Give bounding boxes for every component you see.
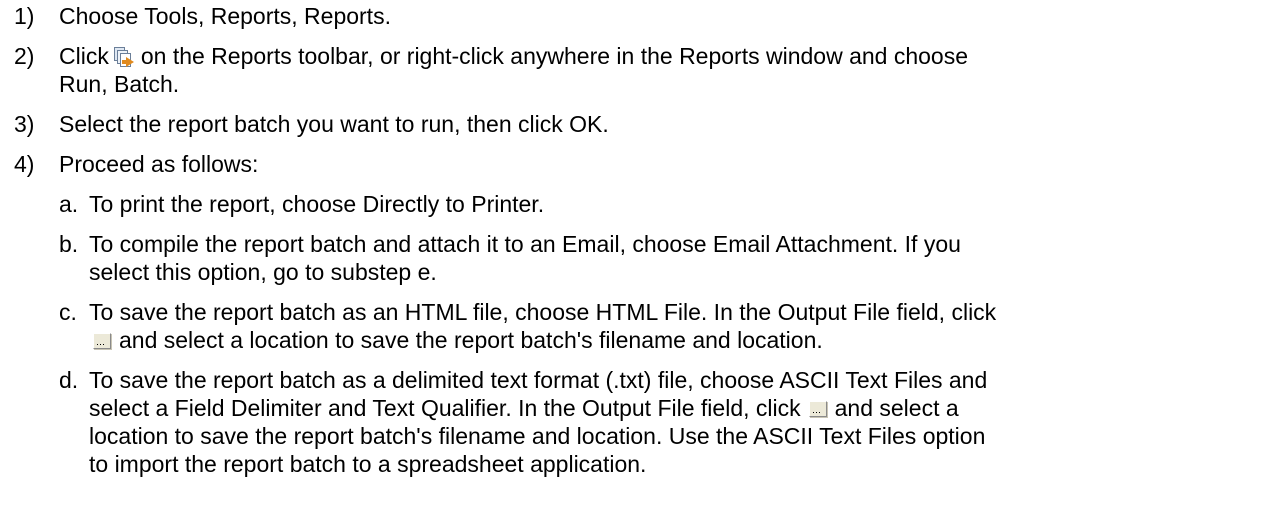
- substep-text: To print the report, choose Directly to …: [89, 190, 1259, 218]
- step-number: 1): [14, 3, 35, 29]
- substep-letter: a.: [59, 191, 79, 217]
- step-line: Run, Batch.: [59, 71, 180, 97]
- substep-line: select this option, go to substep e.: [89, 259, 437, 285]
- substep-line-end: and select a location to save the report…: [119, 327, 823, 353]
- substep-line-start: select a Field Delimiter and Text Qualif…: [89, 395, 801, 421]
- substep-line: select a Field Delimiter and Text Qualif…: [89, 394, 1259, 422]
- step-text: Click on the Reports toolbar, or right-cl…: [59, 42, 1249, 98]
- batch-run-icon: [113, 47, 135, 67]
- substep-text: To save the report batch as an HTML file…: [89, 298, 1259, 354]
- substep-line: location to save the report batch's file…: [89, 423, 986, 449]
- substep-line: To save the report batch as an HTML file…: [89, 299, 997, 325]
- browse-button-icon: [93, 333, 111, 349]
- substep-letter: d.: [59, 367, 79, 393]
- step-text: Choose Tools, Reports, Reports.: [59, 2, 1249, 30]
- step-line: Click on the Reports toolbar, or right-cl…: [59, 42, 1249, 70]
- step-line-end: on the Reports toolbar, or right-click a…: [140, 43, 969, 69]
- step-line: Choose Tools, Reports, Reports.: [59, 3, 391, 29]
- substep-text: To compile the report batch and attach i…: [89, 230, 1259, 286]
- step-line: Select the report batch you want to run,…: [59, 111, 609, 137]
- substep-line-end: and select a: [834, 395, 959, 421]
- step-line: Proceed as follows:: [59, 151, 259, 177]
- substep-text: To save the report batch as a delimited …: [89, 366, 1259, 478]
- substep-letter: c.: [59, 299, 77, 325]
- step-number: 4): [14, 151, 35, 177]
- browse-button-icon: [808, 401, 827, 417]
- substep-line: To save the report batch as a delimited …: [89, 367, 988, 393]
- substep-letter: b.: [59, 231, 79, 257]
- step-text: Proceed as follows:: [59, 150, 1249, 178]
- substep-line: to import the report batch to a spreadsh…: [89, 451, 647, 477]
- substep-line: To compile the report batch and attach i…: [89, 231, 961, 257]
- substep-line: and select a location to save the report…: [89, 326, 1259, 354]
- substep-line: To print the report, choose Directly to …: [89, 191, 545, 217]
- step-number: 2): [14, 43, 35, 69]
- step-text: Select the report batch you want to run,…: [59, 110, 1249, 138]
- step-line-start: Click: [59, 43, 109, 69]
- step-number: 3): [14, 111, 35, 137]
